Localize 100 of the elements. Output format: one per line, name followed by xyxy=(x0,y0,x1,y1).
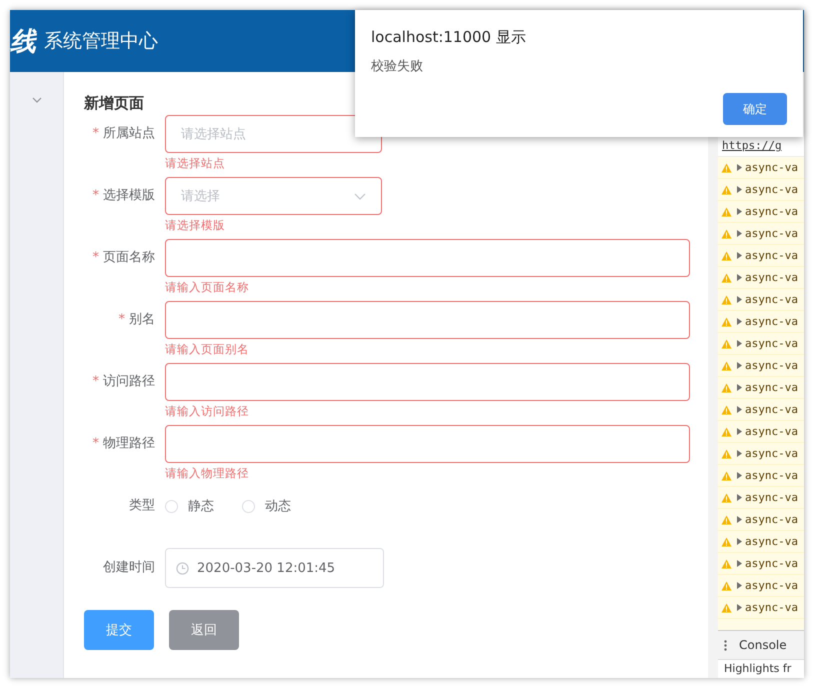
datetime-field[interactable]: 2020-03-20 12:01:45 xyxy=(165,548,384,588)
back-button[interactable]: 返回 xyxy=(169,610,239,650)
field-label: 类型 xyxy=(129,498,155,513)
expand-triangle-icon[interactable] xyxy=(737,384,742,391)
required-mark: * xyxy=(92,126,99,141)
dialog-message: 校验失败 xyxy=(371,58,424,76)
logo: 线 xyxy=(10,26,36,58)
error-message: 请选择站点 xyxy=(165,155,226,172)
warning-icon xyxy=(721,162,732,172)
chevron-down-icon[interactable] xyxy=(32,97,42,103)
dialog-title: localhost:11000 显示 xyxy=(371,27,527,48)
required-mark: * xyxy=(92,436,99,451)
expand-triangle-icon[interactable] xyxy=(737,428,742,435)
warning-icon xyxy=(721,338,732,348)
radio-label: 静态 xyxy=(188,498,214,515)
log-text: async-va xyxy=(745,381,798,394)
warning-icon xyxy=(721,580,732,590)
expand-triangle-icon[interactable] xyxy=(737,516,742,523)
input-field[interactable] xyxy=(165,301,690,339)
expand-triangle-icon[interactable] xyxy=(737,318,742,325)
warning-icon xyxy=(721,448,732,458)
warning-icon xyxy=(721,558,732,568)
log-text: async-va xyxy=(745,579,798,592)
expand-triangle-icon[interactable] xyxy=(737,208,742,215)
log-text: async-va xyxy=(745,513,798,526)
error-message: 请选择模版 xyxy=(165,217,226,234)
log-text: async-va xyxy=(745,227,798,240)
expand-triangle-icon[interactable] xyxy=(737,538,742,545)
radio-option[interactable]: 动态 xyxy=(242,497,291,515)
warning-icon xyxy=(721,184,732,194)
field-label: 所属站点 xyxy=(103,126,155,141)
log-text: async-va xyxy=(745,469,798,482)
log-text: async-va xyxy=(745,601,798,614)
warning-icon xyxy=(721,602,732,612)
field-label: 选择模版 xyxy=(103,188,155,203)
expand-triangle-icon[interactable] xyxy=(737,296,742,303)
expand-triangle-icon[interactable] xyxy=(737,362,742,369)
field-label: 访问路径 xyxy=(103,374,155,389)
radio-option[interactable]: 静态 xyxy=(165,497,214,515)
expand-triangle-icon[interactable] xyxy=(737,450,742,457)
log-text: async-va xyxy=(745,535,798,548)
required-mark: * xyxy=(92,374,99,389)
expand-triangle-icon[interactable] xyxy=(737,274,742,281)
log-text: async-va xyxy=(745,491,798,504)
required-mark: * xyxy=(92,250,99,265)
log-text: async-va xyxy=(745,293,798,306)
field-label: 创建时间 xyxy=(103,560,155,575)
warning-icon xyxy=(721,536,732,546)
warning-icon xyxy=(721,228,732,238)
warning-icon xyxy=(721,382,732,392)
expand-triangle-icon[interactable] xyxy=(737,186,742,193)
expand-triangle-icon[interactable] xyxy=(737,406,742,413)
form-title: 新增页面 xyxy=(84,93,145,114)
log-text: async-va xyxy=(745,315,798,328)
error-message: 请输入物理路径 xyxy=(165,465,250,482)
expand-triangle-icon[interactable] xyxy=(737,230,742,237)
log-text: async-va xyxy=(745,425,798,438)
console-link[interactable]: https://g xyxy=(722,136,782,156)
expand-triangle-icon[interactable] xyxy=(737,604,742,611)
input-field[interactable] xyxy=(165,425,690,463)
error-message: 请输入访问路径 xyxy=(165,403,250,420)
expand-triangle-icon[interactable] xyxy=(737,494,742,501)
warning-icon xyxy=(721,404,732,414)
warning-icon xyxy=(721,426,732,436)
warning-icon xyxy=(721,294,732,304)
expand-triangle-icon[interactable] xyxy=(737,252,742,259)
required-mark: * xyxy=(92,188,99,203)
log-text: async-va xyxy=(745,359,798,372)
log-text: async-va xyxy=(745,447,798,460)
log-text: async-va xyxy=(745,183,798,196)
expand-triangle-icon[interactable] xyxy=(737,582,742,589)
error-message: 请输入页面名称 xyxy=(165,279,250,296)
warning-icon xyxy=(721,514,732,524)
caret-icon xyxy=(354,192,366,200)
app-title: 系统管理中心 xyxy=(44,29,158,54)
warning-icon xyxy=(721,360,732,370)
expand-triangle-icon[interactable] xyxy=(737,340,742,347)
radio-circle[interactable] xyxy=(242,500,255,512)
field-label: 别名 xyxy=(129,312,155,327)
log-text: async-va xyxy=(745,271,798,284)
ok-button[interactable]: 确定 xyxy=(723,93,787,125)
input-field[interactable] xyxy=(165,239,690,277)
log-text: async-va xyxy=(745,161,798,174)
log-text: async-va xyxy=(745,337,798,350)
more-icon[interactable] xyxy=(724,640,727,650)
expand-triangle-icon[interactable] xyxy=(737,164,742,171)
field-label: 页面名称 xyxy=(103,250,155,265)
warning-icon xyxy=(721,316,732,326)
field-label: 物理路径 xyxy=(103,436,155,451)
radio-circle[interactable] xyxy=(165,500,178,512)
warning-icon xyxy=(721,492,732,502)
warning-icon xyxy=(721,250,732,260)
expand-triangle-icon[interactable] xyxy=(737,560,742,567)
log-text: async-va xyxy=(745,557,798,570)
input-field[interactable] xyxy=(165,363,690,401)
console-tab[interactable]: Console xyxy=(739,638,787,652)
warning-icon xyxy=(721,470,732,480)
warning-icon xyxy=(721,272,732,282)
log-text: async-va xyxy=(745,403,798,416)
expand-triangle-icon[interactable] xyxy=(737,472,742,479)
